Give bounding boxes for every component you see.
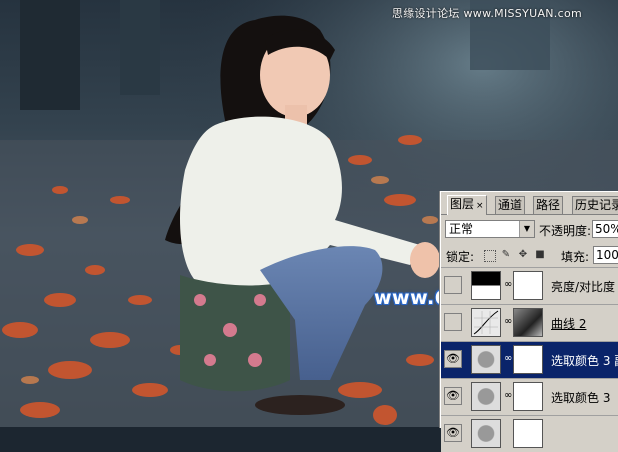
lock-row: 锁定: ✎ ✥ ■ 填充: 100%: [441, 244, 618, 266]
tab-history[interactable]: 历史记录: [572, 196, 618, 214]
layer-row[interactable]: ∞ 曲线 2: [441, 304, 618, 341]
panel-tabs: 图层 × 通道 路径 历史记录: [441, 192, 618, 215]
tab-channels-label: 通道: [498, 198, 523, 212]
fill-input[interactable]: 100%: [593, 246, 618, 264]
curves-icon: [471, 308, 501, 337]
link-icon: ∞: [504, 316, 513, 327]
opacity-label: 不透明度:: [539, 224, 592, 238]
tab-layers[interactable]: 图层 ×: [447, 195, 487, 215]
layer-row-selected[interactable]: 👁 ∞ 选取颜色 3 副本: [441, 341, 618, 378]
layer-mask-thumb[interactable]: [513, 345, 543, 374]
eye-icon[interactable]: 👁: [444, 387, 462, 405]
blend-mode-select[interactable]: 正常 ▼: [445, 220, 535, 238]
layers-panel: 图层× 通道 路径 历史记录 正常 ▼ 不透明度: 50% 锁定: ✎ ✥ ■ …: [440, 191, 618, 452]
layer-row[interactable]: 👁: [441, 415, 618, 452]
lock-all-icon[interactable]: ■: [535, 250, 545, 260]
tab-channels[interactable]: 通道: [495, 196, 526, 214]
fill-label: 填充:: [561, 250, 590, 264]
tab-paths-label: 路径: [536, 198, 561, 212]
tab-paths[interactable]: 路径: [533, 196, 564, 214]
layer-mask-thumb[interactable]: [513, 382, 543, 411]
lock-move-icon[interactable]: ✥: [518, 250, 528, 260]
brightness-contrast-icon: [471, 271, 501, 300]
chevron-down-icon[interactable]: ▼: [519, 221, 534, 237]
lock-brush-icon[interactable]: ✎: [501, 250, 511, 260]
watermark-top: 思缘设计论坛 www.MISSYUAN.com: [391, 7, 582, 20]
visibility-toggle[interactable]: [444, 276, 462, 294]
selective-color-icon: [471, 419, 501, 448]
layer-mask-thumb[interactable]: [513, 419, 543, 448]
layer-row[interactable]: 👁 ∞ 选取颜色 3: [441, 378, 618, 415]
tab-history-label: 历史记录: [575, 198, 618, 212]
lock-transparency-icon[interactable]: [484, 250, 496, 262]
layer-name: 亮度/对比度: [551, 280, 616, 294]
layer-name: 曲线 2: [551, 317, 587, 331]
link-icon: ∞: [504, 353, 513, 364]
lock-label: 锁定:: [446, 250, 475, 264]
blend-row: 正常 ▼ 不透明度: 50%: [441, 218, 618, 240]
blend-mode-value: 正常: [449, 222, 474, 236]
layer-mask-thumb[interactable]: [513, 271, 543, 300]
visibility-toggle[interactable]: [444, 313, 462, 331]
tab-layers-label: 图层: [450, 197, 475, 211]
layer-mask-thumb[interactable]: [513, 308, 543, 337]
selective-color-icon: [471, 345, 501, 374]
layer-name: 选取颜色 3 副本: [551, 354, 618, 368]
close-icon[interactable]: ×: [476, 201, 484, 211]
eye-icon[interactable]: 👁: [444, 350, 462, 368]
selective-color-icon: [471, 382, 501, 411]
link-icon: ∞: [504, 279, 513, 290]
layer-row[interactable]: ∞ 亮度/对比度: [441, 267, 618, 304]
opacity-input[interactable]: 50%: [592, 220, 618, 238]
link-icon: ∞: [504, 390, 513, 401]
layer-name: 选取颜色 3: [551, 391, 611, 405]
